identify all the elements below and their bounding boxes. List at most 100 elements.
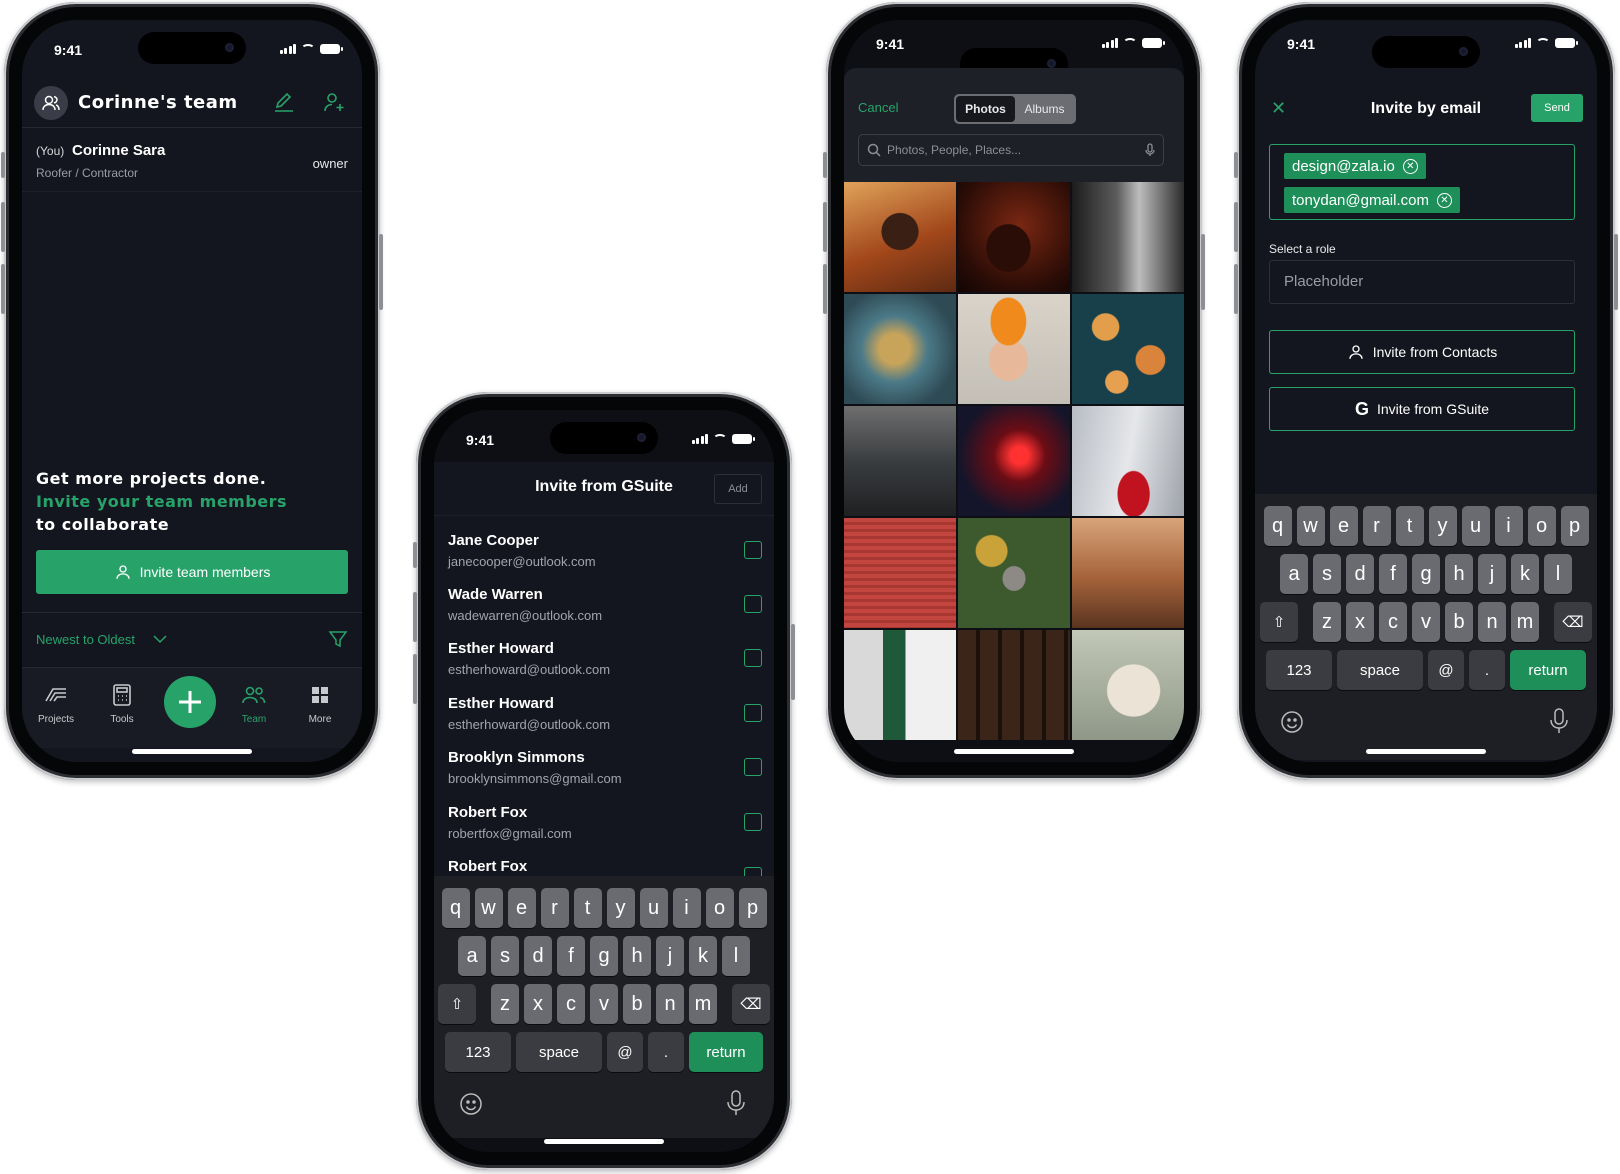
shift-key-icon[interactable]: ⇧ (1260, 602, 1298, 642)
add-button[interactable]: Add (714, 474, 762, 504)
return-key[interactable]: return (1510, 650, 1586, 690)
key-x[interactable]: x (524, 984, 552, 1024)
photo-thumbnail[interactable] (844, 294, 956, 404)
key-j[interactable]: j (656, 936, 684, 976)
contact-row[interactable]: Brooklyn Simmons brooklynsimmons@gmail.c… (448, 749, 768, 799)
contact-row[interactable]: Jane Cooper janecooper@outlook.com (448, 532, 768, 582)
key-k[interactable]: k (1511, 554, 1539, 594)
contact-checkbox[interactable] (744, 541, 762, 559)
at-key[interactable]: @ (607, 1032, 643, 1072)
key-h[interactable]: h (623, 936, 651, 976)
key-g[interactable]: g (590, 936, 618, 976)
contact-checkbox[interactable] (744, 813, 762, 831)
key-o[interactable]: o (705, 888, 734, 928)
email-chips-input[interactable]: design@zala.io ✕ tonydan@gmail.com ✕ (1269, 144, 1575, 220)
key-x[interactable]: x (1346, 602, 1374, 642)
team-avatar-icon[interactable] (34, 86, 68, 120)
contact-row[interactable]: Wade Warren wadewarren@outlook.com (448, 586, 768, 636)
contact-checkbox[interactable] (744, 595, 762, 613)
remove-chip-icon[interactable]: ✕ (1402, 158, 1418, 174)
add-fab-button[interactable] (164, 676, 216, 728)
key-t[interactable]: t (573, 888, 602, 928)
key-m[interactable]: m (689, 984, 717, 1024)
cancel-button[interactable]: Cancel (858, 100, 898, 115)
photo-thumbnail[interactable] (958, 518, 1070, 628)
photo-thumbnail[interactable] (958, 294, 1070, 404)
key-t[interactable]: t (1395, 506, 1424, 546)
photo-thumbnail[interactable] (958, 182, 1070, 292)
emoji-icon[interactable] (459, 1092, 483, 1121)
tab-more[interactable]: More (290, 682, 350, 725)
key-y[interactable]: y (606, 888, 635, 928)
key-f[interactable]: f (1379, 554, 1407, 594)
key-s[interactable]: s (491, 936, 519, 976)
photos-search-input[interactable]: Photos, People, Places... (858, 134, 1164, 166)
key-p[interactable]: p (738, 888, 767, 928)
dot-key[interactable]: . (648, 1032, 684, 1072)
photo-thumbnail[interactable] (844, 518, 956, 628)
key-s[interactable]: s (1313, 554, 1341, 594)
photo-thumbnail[interactable] (1072, 294, 1184, 404)
key-w[interactable]: w (474, 888, 503, 928)
add-user-icon[interactable] (322, 90, 346, 114)
key-j[interactable]: j (1478, 554, 1506, 594)
tab-team[interactable]: Team (224, 682, 284, 725)
at-key[interactable]: @ (1428, 650, 1464, 690)
dot-key[interactable]: . (1469, 650, 1505, 690)
key-q[interactable]: q (1263, 506, 1292, 546)
member-row[interactable]: (You) Corinne Sara Roofer / Contractor o… (22, 128, 362, 192)
shift-key-icon[interactable]: ⇧ (438, 984, 476, 1024)
key-e[interactable]: e (1329, 506, 1358, 546)
key-e[interactable]: e (507, 888, 536, 928)
contact-checkbox[interactable] (744, 649, 762, 667)
chevron-down-icon[interactable] (152, 631, 168, 652)
remove-chip-icon[interactable]: ✕ (1436, 192, 1452, 208)
space-key[interactable]: space (516, 1032, 602, 1072)
key-m[interactable]: m (1511, 602, 1539, 642)
key-o[interactable]: o (1527, 506, 1556, 546)
key-g[interactable]: g (1412, 554, 1440, 594)
key-f[interactable]: f (557, 936, 585, 976)
microphone-icon[interactable] (1145, 143, 1155, 157)
key-b[interactable]: b (1445, 602, 1473, 642)
key-c[interactable]: c (1379, 602, 1407, 642)
send-button[interactable]: Send (1531, 94, 1583, 122)
key-b[interactable]: b (623, 984, 651, 1024)
tab-photos[interactable]: Photos (956, 96, 1015, 122)
key-k[interactable]: k (689, 936, 717, 976)
contact-row[interactable]: Esther Howard estherhoward@outlook.com (448, 695, 768, 745)
photo-thumbnail[interactable] (844, 406, 956, 516)
key-a[interactable]: a (458, 936, 486, 976)
photo-thumbnail[interactable] (844, 630, 956, 740)
filter-icon[interactable] (328, 629, 348, 654)
key-i[interactable]: i (672, 888, 701, 928)
photo-thumbnail[interactable] (844, 182, 956, 292)
emoji-icon[interactable] (1280, 710, 1304, 739)
contact-checkbox[interactable] (744, 758, 762, 776)
edit-icon[interactable] (272, 90, 296, 114)
invite-from-contacts-button[interactable]: Invite from Contacts (1269, 330, 1575, 374)
key-i[interactable]: i (1494, 506, 1523, 546)
contact-row[interactable]: Robert Fox robertfox@gmail.com (448, 804, 768, 854)
key-c[interactable]: c (557, 984, 585, 1024)
key-r[interactable]: r (1362, 506, 1391, 546)
key-p[interactable]: p (1560, 506, 1589, 546)
tab-albums[interactable]: Albums (1015, 96, 1074, 122)
photo-thumbnail[interactable] (958, 630, 1070, 740)
invite-from-gsuite-button[interactable]: G Invite from GSuite (1269, 387, 1575, 431)
backspace-key-icon[interactable]: ⌫ (1554, 602, 1592, 642)
contact-row[interactable]: Esther Howard estherhoward@outlook.com (448, 640, 768, 690)
key-h[interactable]: h (1445, 554, 1473, 594)
numbers-key[interactable]: 123 (445, 1032, 511, 1072)
key-u[interactable]: u (639, 888, 668, 928)
photo-thumbnail[interactable] (1072, 182, 1184, 292)
invite-team-members-button[interactable]: Invite team members (36, 550, 348, 594)
photo-thumbnail[interactable] (1072, 518, 1184, 628)
key-l[interactable]: l (722, 936, 750, 976)
contact-checkbox[interactable] (744, 704, 762, 722)
microphone-icon[interactable] (1550, 708, 1568, 739)
tab-projects[interactable]: Projects (26, 682, 86, 725)
key-q[interactable]: q (441, 888, 470, 928)
key-l[interactable]: l (1544, 554, 1572, 594)
key-d[interactable]: d (1346, 554, 1374, 594)
